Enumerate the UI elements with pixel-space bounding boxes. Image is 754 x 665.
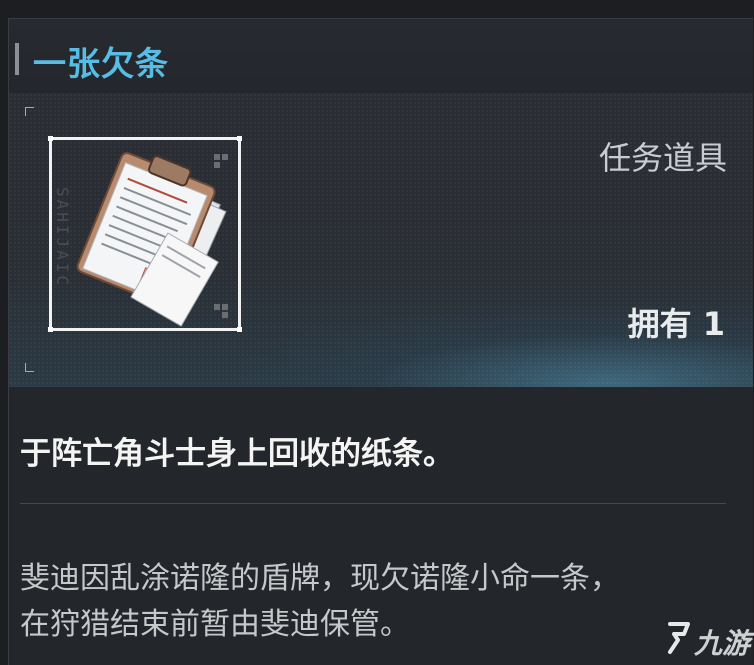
item-description: 于阵亡角斗士身上回收的纸条。 <box>20 436 454 472</box>
jiuyou-logo-icon <box>668 622 690 654</box>
item-hero-banner: SAHIJAIC 任务道具 拥有 1 <box>9 93 753 387</box>
item-title: 一张欠条 <box>33 44 169 83</box>
lore-line: 斐迪因乱涂诺隆的盾牌，现欠诺隆小命一条， <box>20 561 620 596</box>
hero-decoration-line <box>279 111 729 113</box>
clipboard-papers-icon <box>76 151 228 327</box>
corner-bracket-top-left <box>25 107 34 116</box>
item-owned-count: 拥有 1 <box>627 305 725 343</box>
corner-bracket-bottom-left <box>25 363 34 372</box>
section-divider <box>20 503 726 504</box>
item-lore-text: 斐迪因乱涂诺隆的盾牌，现欠诺隆小命一条， 在狩猎结束前暂由斐迪保管。 <box>20 556 740 648</box>
title-marker <box>15 43 19 75</box>
title-bar: 一张欠条 <box>9 19 753 93</box>
watermark-text: 九游 <box>694 627 751 660</box>
lore-line: 在狩猎结束前暂由斐迪保管。 <box>20 607 410 642</box>
item-category-label: 任务道具 <box>598 139 727 177</box>
item-icon-frame <box>48 136 242 332</box>
